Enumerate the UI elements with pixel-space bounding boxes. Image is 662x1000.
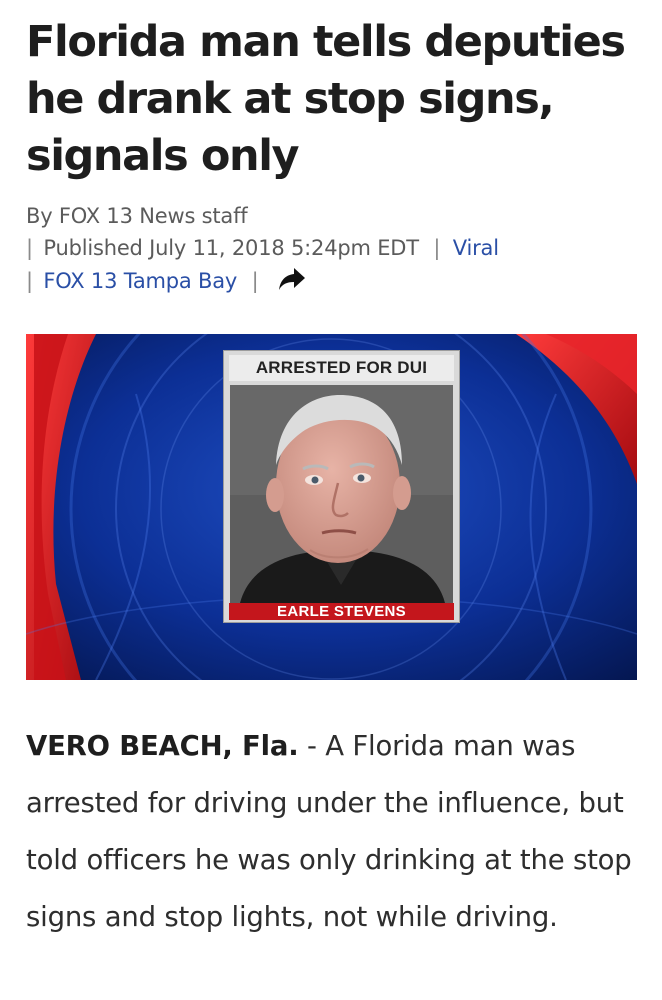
published-date: July 11, 2018 5:24pm EDT — [149, 236, 419, 260]
separator: | — [26, 269, 33, 293]
suspect-name-label: EARLE STEVENS — [229, 603, 454, 620]
separator: | — [433, 236, 441, 260]
dateline: VERO BEACH, Fla. — [26, 730, 299, 762]
publish-info: | Published July 11, 2018 5:24pm EDT | V… — [26, 232, 646, 264]
separator: | — [26, 236, 33, 260]
source-info: | FOX 13 Tampa Bay | — [26, 265, 646, 297]
mugshot-photo — [230, 385, 453, 603]
published-label: Published — [43, 236, 143, 260]
share-arrow-icon[interactable] — [277, 265, 307, 293]
separator: | — [251, 269, 259, 293]
mugshot-card: ARRESTED FOR DUI EARLE STEVENS — [223, 350, 460, 623]
article-headline: Florida man tells deputies he drank at s… — [26, 17, 626, 181]
dateline-separator: - — [298, 730, 326, 762]
article-body: VERO BEACH, Fla. - A Florida man was arr… — [26, 718, 638, 946]
byline-text: By FOX 13 News staff — [26, 204, 248, 228]
byline: By FOX 13 News staff — [26, 200, 646, 232]
source-link[interactable]: FOX 13 Tampa Bay — [43, 269, 237, 293]
article-image: ARRESTED FOR DUI EARLE STEVENS — [26, 334, 637, 680]
arrest-label: ARRESTED FOR DUI — [229, 355, 454, 381]
category-link[interactable]: Viral — [453, 236, 499, 260]
